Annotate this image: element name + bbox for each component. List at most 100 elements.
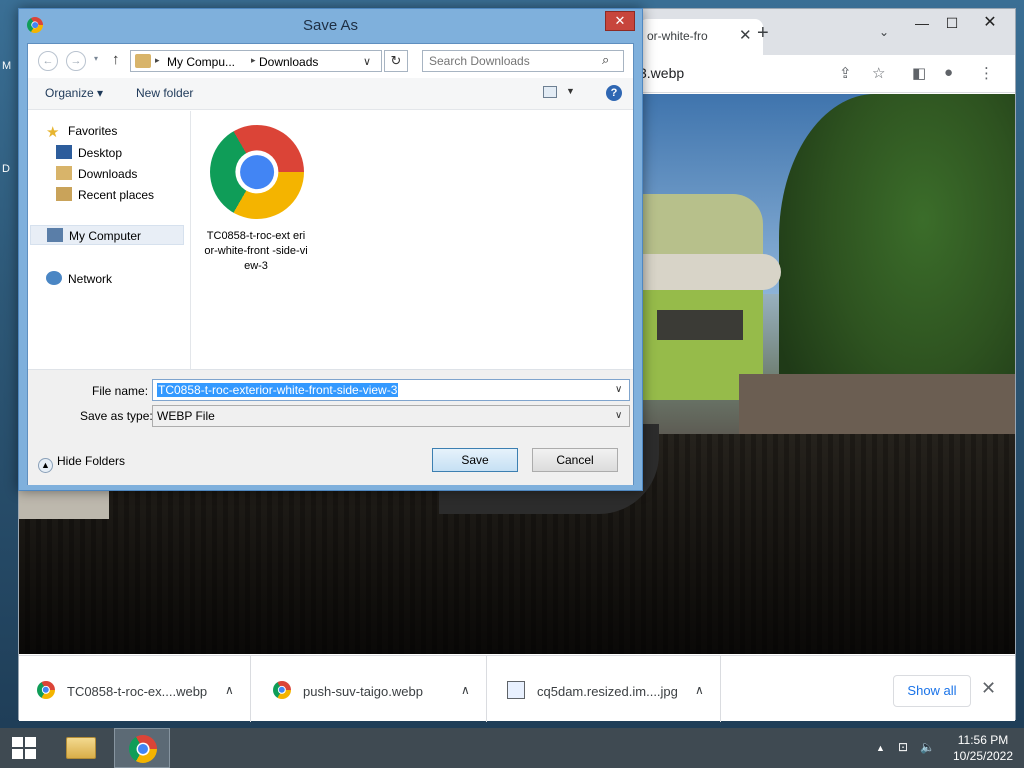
- download-item[interactable]: TC0858-t-roc-ex....webp ∧: [19, 656, 251, 722]
- breadcrumb-separator-icon[interactable]: ▸: [251, 55, 256, 66]
- windows-logo-icon: [12, 737, 36, 759]
- tab-close-icon[interactable]: ✕: [739, 26, 752, 44]
- show-all-button[interactable]: Show all: [893, 675, 971, 707]
- nav-item-network[interactable]: Network: [46, 271, 112, 286]
- save-as-dialog: Save As ✕ ← → ▾ ↑ ▸ My Compu... ▸ Downlo…: [18, 8, 643, 491]
- tray-chevron-icon[interactable]: ▲: [876, 743, 885, 753]
- breadcrumb-downloads[interactable]: Downloads: [259, 55, 318, 69]
- nav-item-my-computer[interactable]: My Computer: [30, 225, 184, 245]
- address-bar-text[interactable]: 3.webp: [639, 65, 684, 81]
- command-bar: Organize ▾ New folder ▼ ?: [28, 78, 633, 110]
- image-file-icon: [507, 681, 525, 699]
- taskbar-chrome[interactable]: [114, 728, 170, 768]
- breadcrumb-my-computer[interactable]: My Compu...: [167, 55, 235, 69]
- side-panel-icon[interactable]: ◧: [912, 64, 926, 82]
- file-explorer-icon: [66, 737, 96, 759]
- recent-locations-icon[interactable]: ▾: [94, 54, 98, 63]
- breadcrumb-separator-icon[interactable]: ▸: [155, 55, 160, 66]
- nav-item-label: Desktop: [78, 146, 123, 160]
- nav-item-label: Favorites: [68, 124, 118, 138]
- refresh-icon[interactable]: ↻: [384, 50, 408, 72]
- tab-title: or-white-fro: [647, 29, 708, 43]
- dialog-title: Save As: [302, 17, 359, 34]
- nav-item-desktop[interactable]: Desktop: [56, 145, 122, 160]
- chevron-down-icon[interactable]: ∨: [363, 55, 371, 68]
- save-button[interactable]: Save: [432, 448, 518, 472]
- chevron-up-icon[interactable]: ∧: [461, 683, 470, 697]
- building-window: [657, 310, 743, 340]
- file-item[interactable]: TC0858-t-roc-ext erior-white-front -side…: [204, 125, 308, 272]
- file-name: TC0858-t-roc-ext erior-white-front -side…: [204, 230, 308, 272]
- up-arrow-icon[interactable]: ↑: [112, 51, 120, 68]
- nav-item-label: Network: [68, 272, 113, 286]
- profile-icon[interactable]: ●: [944, 64, 953, 81]
- tab-search-icon[interactable]: ⌄: [879, 25, 889, 39]
- menu-icon[interactable]: ⋮: [979, 64, 994, 82]
- bookmark-star-icon[interactable]: ☆: [872, 64, 885, 82]
- folder-icon: [135, 54, 151, 68]
- start-button[interactable]: [0, 728, 48, 768]
- chrome-icon: [210, 125, 304, 219]
- dialog-close-button[interactable]: ✕: [605, 11, 635, 31]
- network-tray-icon[interactable]: ⊡: [898, 740, 908, 754]
- address-row: ← → ▾ ↑ ▸ My Compu... ▸ Downloads ∨ ↻ ⌕: [28, 44, 633, 78]
- cancel-button[interactable]: Cancel: [532, 448, 618, 472]
- chevron-down-icon[interactable]: ∨: [615, 384, 622, 395]
- download-shelf: TC0858-t-roc-ex....webp ∧ push-suv-taigo…: [19, 655, 1015, 722]
- building-top: [641, 194, 763, 254]
- organize-button[interactable]: Organize ▾: [45, 86, 103, 100]
- clock[interactable]: 11:56 PM 10/25/2022: [948, 732, 1018, 764]
- forward-arrow-icon[interactable]: →: [66, 51, 86, 71]
- close-shelf-icon[interactable]: ✕: [981, 678, 996, 699]
- chevron-down-icon[interactable]: ∨: [615, 410, 622, 421]
- download-item[interactable]: push-suv-taigo.webp ∧: [255, 656, 487, 722]
- desktop-icon: [56, 145, 72, 159]
- browser-tab[interactable]: or-white-fro ✕: [639, 19, 763, 55]
- computer-icon: [47, 228, 63, 242]
- network-icon: [46, 271, 62, 285]
- nav-item-label: Recent places: [78, 188, 155, 202]
- view-icon[interactable]: [543, 86, 557, 98]
- download-filename: TC0858-t-roc-ex....webp: [67, 684, 208, 699]
- nav-item-favorites[interactable]: ★ Favorites: [46, 124, 117, 140]
- nav-item-downloads[interactable]: Downloads: [56, 166, 137, 181]
- chevron-up-icon: ▲: [38, 458, 53, 473]
- search-icon[interactable]: ⌕: [602, 52, 609, 68]
- chevron-up-icon[interactable]: ∧: [225, 683, 234, 697]
- image-curb: [19, 489, 109, 519]
- minimize-button[interactable]: —: [907, 11, 937, 35]
- view-dropdown-icon[interactable]: ▼: [566, 86, 575, 96]
- save-as-type-label: Save as type:: [80, 409, 153, 423]
- file-name-label: File name:: [92, 384, 149, 398]
- close-window-button[interactable]: ✕: [967, 11, 1013, 35]
- recent-places-icon: [56, 187, 72, 201]
- hide-folders-button[interactable]: ▲ Hide Folders: [38, 454, 125, 473]
- address-bar[interactable]: ▸ My Compu... ▸ Downloads ∨: [130, 50, 382, 72]
- search-input[interactable]: [422, 50, 624, 72]
- nav-item-recent-places[interactable]: Recent places: [56, 187, 154, 202]
- dialog-titlebar[interactable]: Save As ✕: [19, 9, 642, 41]
- downloads-folder-icon: [56, 166, 72, 180]
- maximize-button[interactable]: ☐: [937, 11, 967, 35]
- desktop-icon-label: D: [2, 163, 10, 175]
- taskbar-file-explorer[interactable]: [52, 728, 108, 768]
- new-tab-button[interactable]: +: [757, 22, 769, 45]
- volume-icon[interactable]: 🔈: [920, 740, 935, 754]
- nav-item-label: Downloads: [78, 167, 138, 181]
- chevron-up-icon[interactable]: ∧: [695, 683, 704, 697]
- file-name-value: TC0858-t-roc-exterior-white-front-side-v…: [157, 383, 399, 397]
- dialog-body: ← → ▾ ↑ ▸ My Compu... ▸ Downloads ∨ ↻ ⌕ …: [27, 43, 634, 485]
- file-name-field[interactable]: TC0858-t-roc-exterior-white-front-side-v…: [152, 379, 630, 401]
- back-arrow-icon[interactable]: ←: [38, 51, 58, 71]
- hide-folders-label: Hide Folders: [57, 454, 126, 468]
- desktop-icon-label: M: [2, 60, 12, 72]
- chrome-icon: [273, 681, 291, 699]
- chrome-icon: [129, 735, 157, 763]
- download-item[interactable]: cq5dam.resized.im....jpg ∧: [489, 656, 721, 722]
- share-icon[interactable]: ⇪: [839, 64, 852, 82]
- file-list: TC0858-t-roc-ext erior-white-front -side…: [192, 111, 633, 369]
- new-folder-button[interactable]: New folder: [136, 86, 193, 100]
- download-filename: push-suv-taigo.webp: [303, 684, 423, 699]
- help-icon[interactable]: ?: [606, 85, 622, 101]
- save-as-type-select[interactable]: WEBP File ∨: [152, 405, 630, 427]
